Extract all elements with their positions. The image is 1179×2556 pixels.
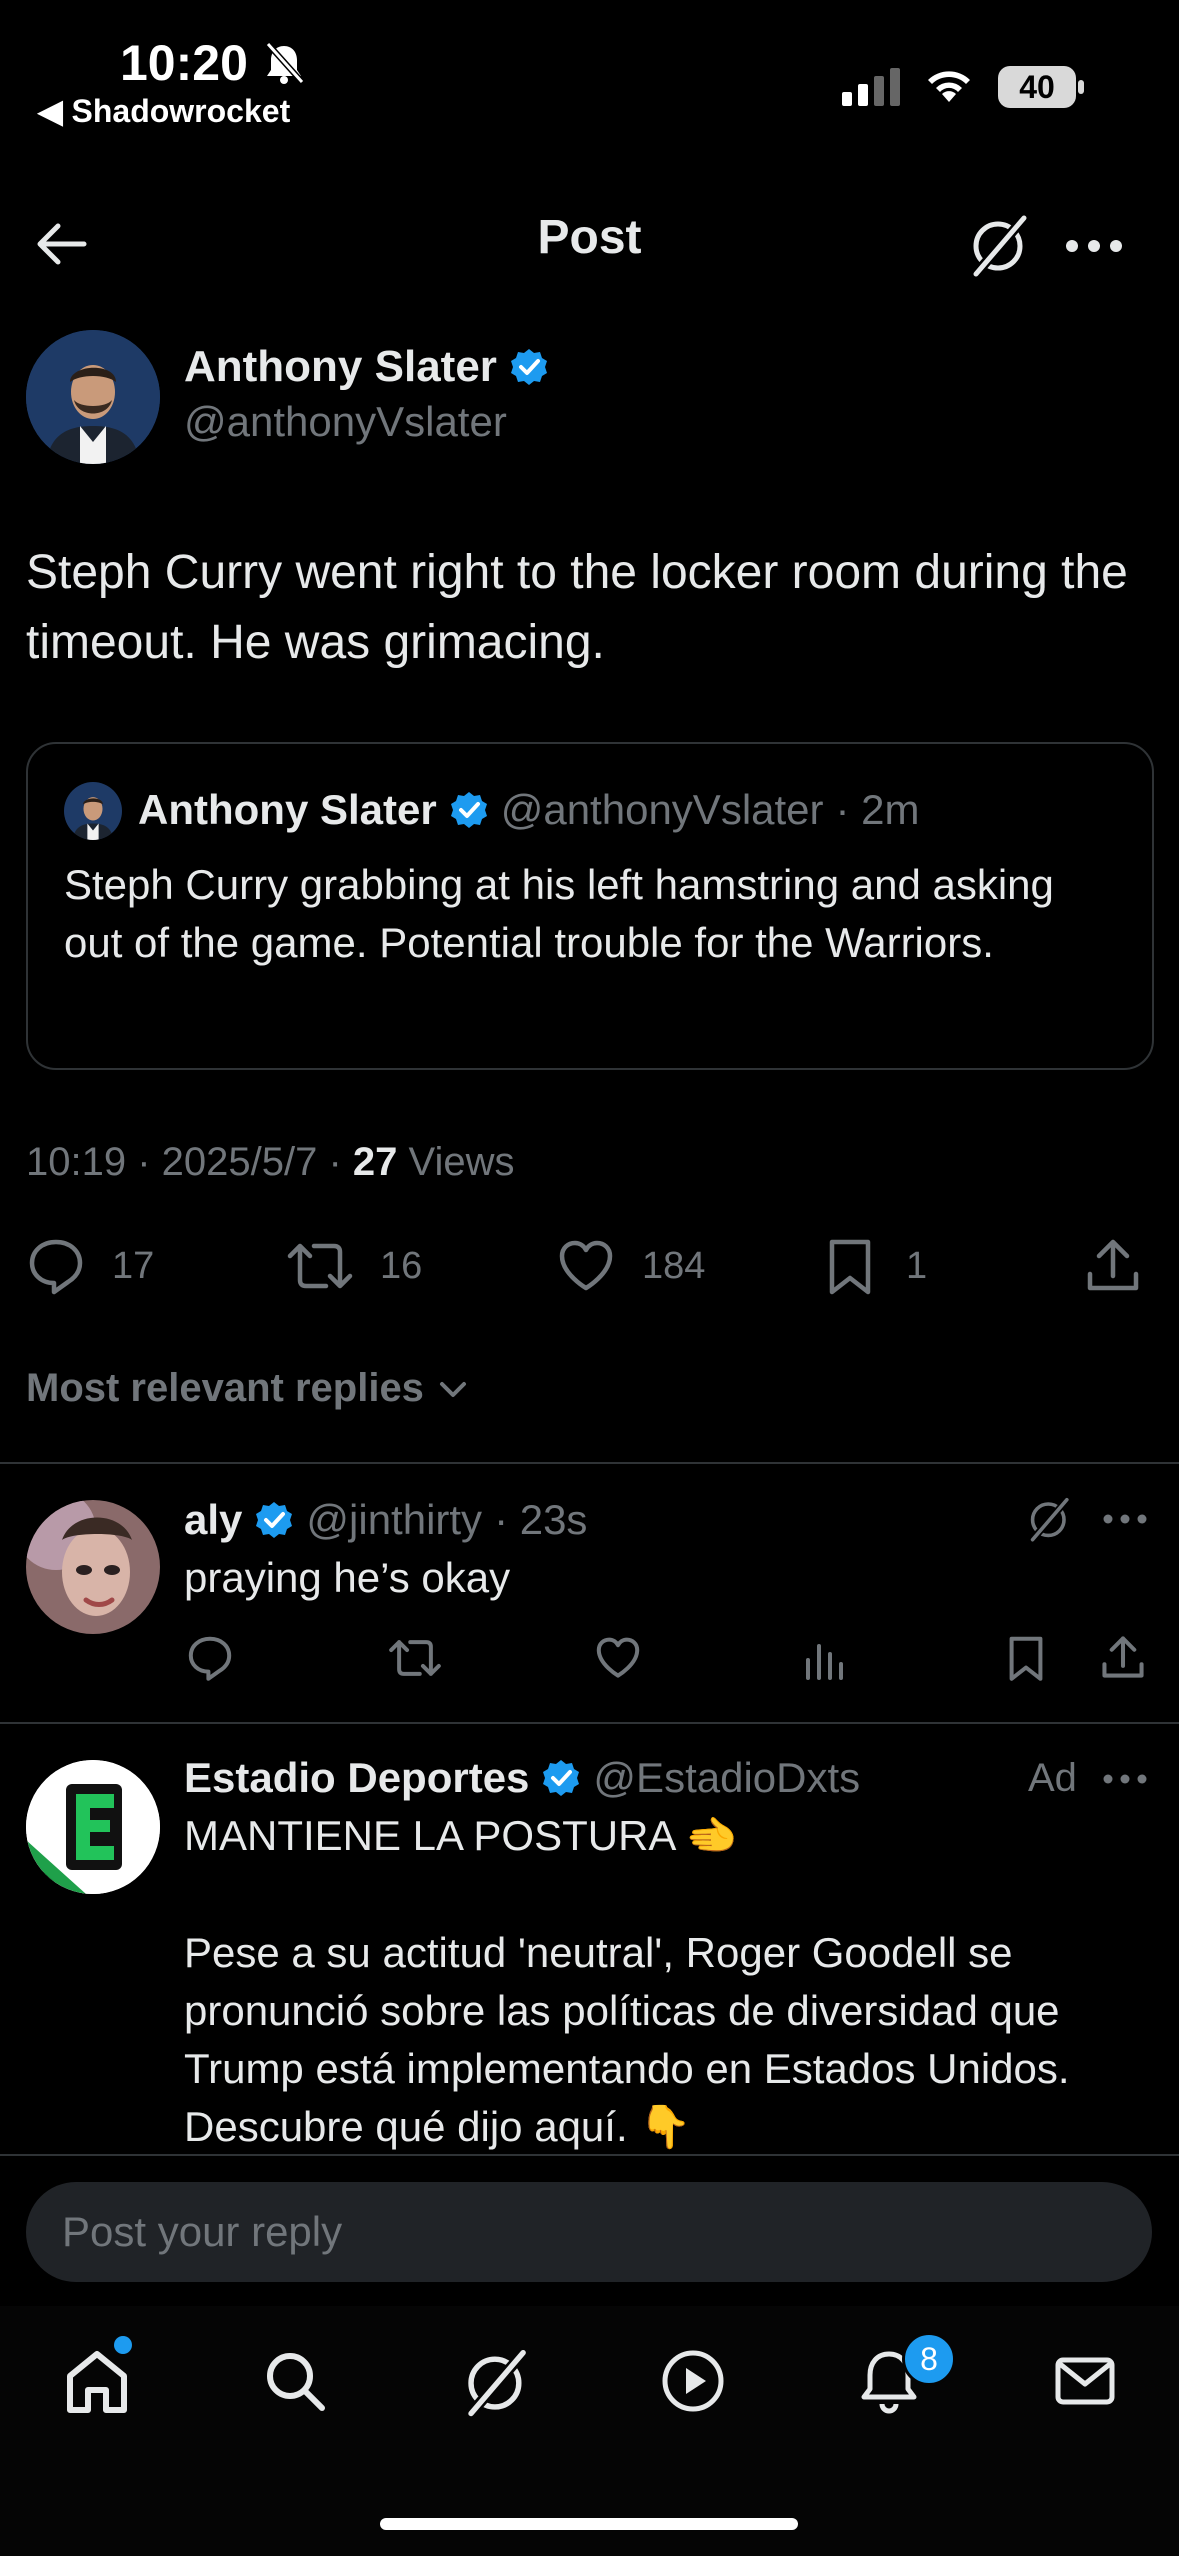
ad-label: Ad bbox=[1028, 1756, 1077, 1800]
like-action[interactable]: 184 bbox=[556, 1236, 705, 1296]
reply-author-name[interactable]: aly bbox=[184, 1496, 242, 1544]
verified-badge-icon bbox=[510, 349, 547, 385]
home-icon[interactable] bbox=[62, 2346, 132, 2416]
post-timestamp: 10:19 · 2025/5/7 · bbox=[26, 1140, 353, 1184]
bookmark-count: 1 bbox=[906, 1244, 928, 1287]
divider bbox=[0, 1462, 1179, 1464]
reply-text: praying he’s okay bbox=[184, 1554, 511, 1601]
verified-badge-icon bbox=[543, 1760, 580, 1796]
verified-badge-icon bbox=[450, 792, 487, 828]
views-analytics-icon[interactable] bbox=[800, 1634, 848, 1682]
quoted-author-name: Anthony Slater bbox=[138, 786, 437, 833]
ad-author-name[interactable]: Estadio Deportes bbox=[184, 1754, 529, 1802]
chevron-down-icon bbox=[439, 1381, 466, 1397]
grok-icon[interactable] bbox=[964, 210, 1034, 280]
author-name[interactable]: Anthony Slater bbox=[184, 342, 497, 392]
divider bbox=[0, 1722, 1179, 1724]
reply-action[interactable]: 17 bbox=[26, 1236, 154, 1296]
battery-indicator: 40 bbox=[998, 66, 1076, 108]
repost-icon[interactable] bbox=[388, 1634, 442, 1682]
reply-author-handle[interactable]: @jinthirty bbox=[306, 1496, 482, 1544]
more-options-icon[interactable] bbox=[1064, 226, 1124, 266]
post-meta: 10:19 · 2025/5/7 · 27 Views bbox=[26, 1140, 515, 1185]
replies-sort-label: Most relevant replies bbox=[26, 1366, 424, 1410]
bell-muted-icon bbox=[265, 41, 305, 85]
ad-author-avatar[interactable] bbox=[26, 1760, 160, 1894]
bookmark-icon[interactable] bbox=[1002, 1634, 1050, 1682]
messages-envelope-icon[interactable] bbox=[1050, 2346, 1120, 2416]
more-options-icon[interactable] bbox=[1102, 1506, 1148, 1532]
quoted-author-avatar bbox=[64, 782, 122, 840]
repost-icon bbox=[287, 1243, 353, 1289]
bookmark-icon bbox=[829, 1239, 871, 1295]
reply-author-avatar[interactable] bbox=[26, 1500, 160, 1634]
repost-action[interactable]: 16 bbox=[286, 1236, 422, 1296]
ad-author-handle[interactable]: @EstadioDxts bbox=[593, 1754, 860, 1802]
reply-icon[interactable] bbox=[186, 1634, 234, 1682]
reply-icon bbox=[29, 1239, 83, 1295]
like-count: 184 bbox=[642, 1244, 706, 1287]
grok-icon[interactable] bbox=[1024, 1494, 1074, 1544]
bookmark-action[interactable]: 1 bbox=[820, 1236, 927, 1296]
views-label: Views bbox=[397, 1140, 515, 1184]
battery-tip bbox=[1078, 80, 1084, 94]
reply-composer-placeholder: Post your reply bbox=[62, 2208, 343, 2255]
ad-headline: MANTIENE LA POSTURA 🫲 bbox=[184, 1812, 739, 1859]
video-play-icon[interactable] bbox=[658, 2346, 728, 2416]
more-options-icon[interactable] bbox=[1102, 1766, 1148, 1792]
cellular-signal-icon bbox=[842, 68, 900, 106]
status-time: 10:20 bbox=[120, 35, 248, 91]
ad-body-text: Pese a su actitud 'neutral', Roger Goode… bbox=[184, 1929, 1070, 2150]
quoted-post-text: Steph Curry grabbing at his left hamstri… bbox=[64, 861, 1054, 966]
home-indicator bbox=[380, 2518, 798, 2530]
notifications-badge: 8 bbox=[902, 2332, 956, 2386]
author-handle[interactable]: @anthonyVslater bbox=[184, 398, 507, 446]
heart-icon[interactable] bbox=[594, 1634, 642, 1682]
replies-sort-dropdown[interactable]: Most relevant replies bbox=[26, 1366, 470, 1411]
share-icon[interactable] bbox=[1082, 1234, 1144, 1296]
reply-time: · 23s bbox=[494, 1496, 588, 1543]
verified-badge-icon bbox=[256, 1502, 293, 1538]
share-icon[interactable] bbox=[1098, 1632, 1148, 1682]
author-avatar[interactable] bbox=[26, 330, 160, 464]
quoted-post-time: · 2m bbox=[835, 786, 920, 833]
heart-icon bbox=[559, 1240, 613, 1291]
grok-icon[interactable] bbox=[458, 2344, 534, 2420]
quoted-author-handle: @anthonyVslater bbox=[500, 786, 824, 833]
search-icon[interactable] bbox=[260, 2346, 330, 2416]
reply-count: 17 bbox=[112, 1244, 155, 1287]
post-text: Steph Curry went right to the locker roo… bbox=[26, 546, 1128, 669]
views-count: 27 bbox=[352, 1140, 398, 1184]
wifi-icon bbox=[928, 71, 970, 102]
repost-count: 16 bbox=[380, 1244, 423, 1287]
home-unread-dot bbox=[114, 2336, 132, 2354]
back-to-app-link[interactable]: ◀ Shadowrocket bbox=[38, 92, 290, 130]
